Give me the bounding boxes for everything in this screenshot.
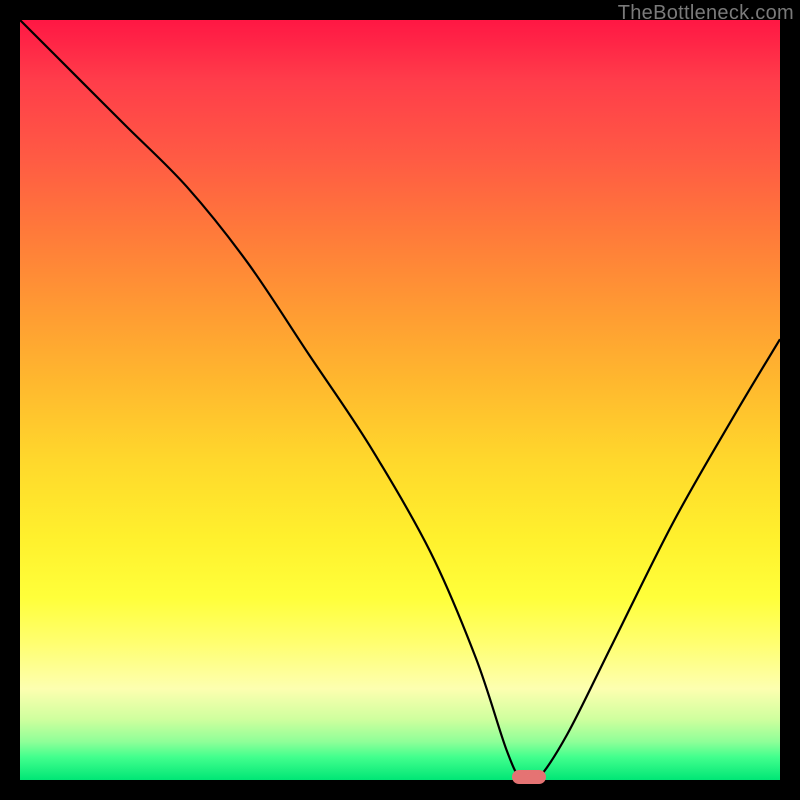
bottleneck-curve [20, 20, 780, 780]
valley-marker [512, 770, 546, 784]
curve-path [20, 20, 780, 785]
plot-area [20, 20, 780, 780]
chart-frame: TheBottleneck.com [0, 0, 800, 800]
